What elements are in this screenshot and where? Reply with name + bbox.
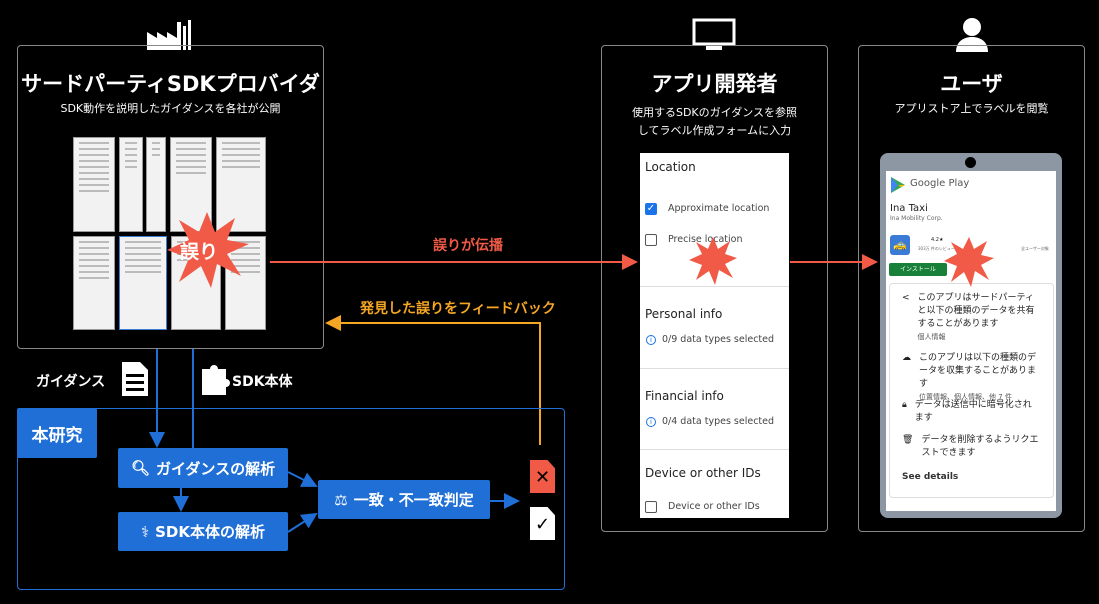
document-icon [122,362,148,396]
search-icon: 🔍︎ [130,459,150,477]
scales-icon: ⚖ [334,490,348,509]
research-tag: 本研究 [17,408,97,458]
sdk-analysis-label: SDK本体の解析 [155,523,265,541]
match-icon: ✓ [530,507,555,540]
guidance-analysis-label: ガイダンスの解析 [155,459,276,478]
feedback-label: 発見した誤りをフィードバック [360,301,556,317]
judge-label: 一致・不一致判定 [353,491,474,509]
stethoscope-icon: ⚕ [140,522,150,541]
propagate-label: 誤りが伝播 [433,238,503,254]
mismatch-icon: ✕ [530,460,555,493]
judge-box: ⚖ 一致・不一致判定 [318,480,490,519]
puzzle-icon [202,365,230,395]
guidance-input-label: ガイダンス [36,374,106,390]
sdk-input-label: SDK本体 [232,374,293,390]
sdk-analysis-box: ⚕ SDK本体の解析 [118,512,288,551]
guidance-analysis-box: 🔍︎ ガイダンスの解析 [118,448,288,488]
